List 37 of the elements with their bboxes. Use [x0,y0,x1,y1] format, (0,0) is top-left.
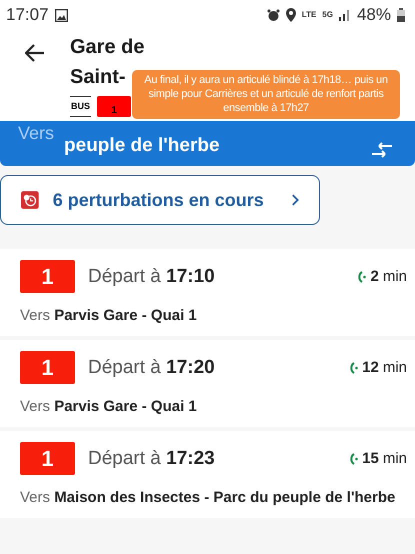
departure-time: Départ à 17:20 [88,356,215,378]
wait-time: 2 min [358,268,407,285]
location-icon [286,8,296,22]
destination-text: Vers Parvis Gare - Quai 1 [20,397,198,417]
direction-prefix: Vers [18,123,54,144]
alarm-icon [266,8,280,22]
signal-icon [338,9,351,21]
line-badge: 1 [97,96,132,117]
line-badge: 1 [20,351,75,384]
departure-time: Départ à 17:23 [88,448,215,470]
overlay-note: Au final, il y aura un articulé blindé à 17h18… puis un simple pour Carrières et un articulé de renfort partis ensemble à 17h27 [132,70,400,119]
departure-card[interactable]: 1 Départ à 17:23 15 min Vers Maison des Insectes - Parc du peuple de l'herbe [0,431,415,518]
direction-destination: peuple de l'herbe [64,134,221,158]
line-badge: 1 [20,442,75,475]
back-arrow-icon[interactable] [25,44,45,62]
destination-text: Vers Parvis Gare - Quai 1 [20,306,198,326]
swap-icon[interactable] [371,142,393,158]
battery-percent: 48% [356,5,391,25]
departure-time: Départ à 17:10 [88,266,215,288]
line-badge: 1 [20,260,75,293]
disruptions-button[interactable]: 6 perturbations en cours [0,175,320,225]
stop-title: Saint- [70,65,126,90]
picture-icon [54,8,68,22]
network-label: LTE [302,11,316,19]
wait-time: 12 min [350,359,407,376]
wait-time: 15 min [350,450,407,467]
destination-text: Vers Maison des Insectes - Parc du peuple de l'herbe [20,488,396,508]
stop-title: Gare de [70,35,144,60]
alert-clock-icon [21,189,39,211]
realtime-icon [350,362,358,374]
battery-icon [397,8,405,22]
chevron-right-icon [292,193,299,207]
clock-time: 17:07 [6,5,49,25]
realtime-icon [358,270,366,282]
network-label: 5G [322,11,333,19]
mode-label: BUS [70,96,92,117]
realtime-icon [350,452,358,464]
